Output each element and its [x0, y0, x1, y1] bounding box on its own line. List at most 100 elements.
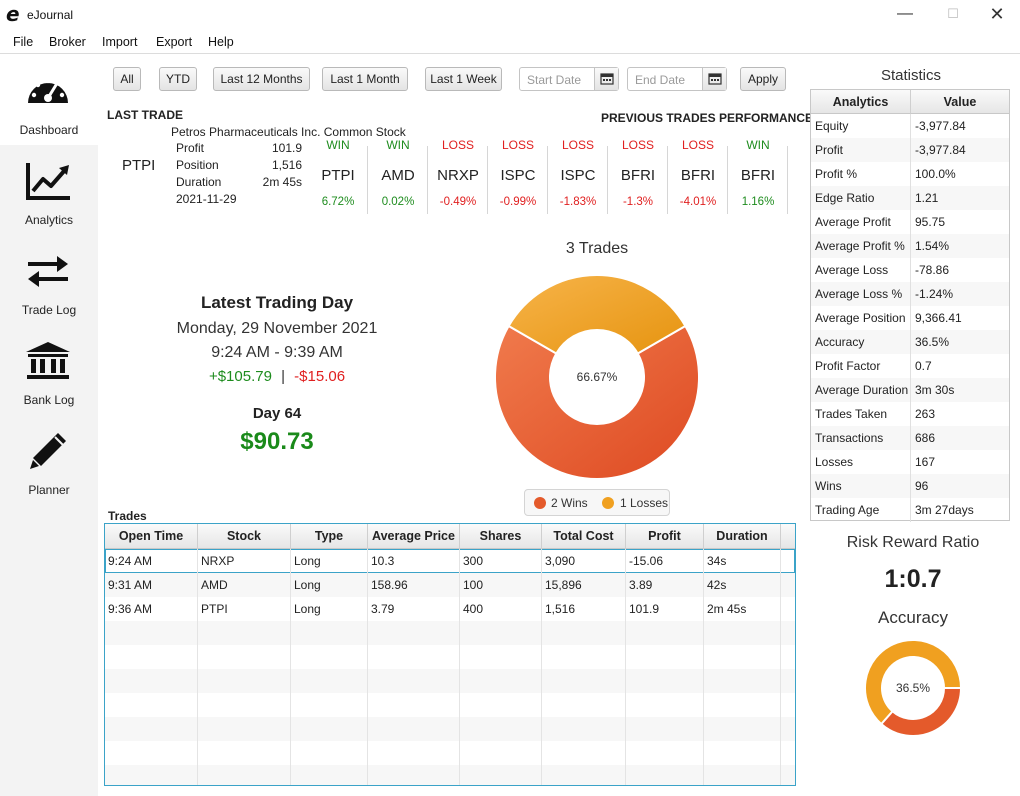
table-cell: 3,090 [542, 549, 626, 573]
sidebar-item-analytics[interactable]: Analytics [0, 145, 98, 235]
statistics-row[interactable]: Average Profit 95.75 [811, 210, 1009, 234]
menu-broker[interactable]: Broker [49, 35, 86, 49]
statistics-header-value[interactable]: Value [911, 90, 1009, 114]
table-cell [626, 717, 704, 741]
menu-import[interactable]: Import [102, 35, 137, 49]
previous-trade-percent: -1.3% [622, 196, 654, 208]
last-trade-title: LAST TRADE [107, 108, 183, 122]
trades-column-header[interactable]: Shares [460, 524, 542, 549]
calendar-icon[interactable] [702, 68, 726, 90]
minimize-button[interactable]: — [882, 0, 928, 30]
statistics-row[interactable]: Equity -3,977.84 [811, 114, 1009, 138]
table-cell [704, 645, 781, 669]
statistics-row[interactable]: Average Profit % 1.54% [811, 234, 1009, 258]
trades-column-header[interactable]: Profit [626, 524, 704, 549]
legend-wins-label: 2 Wins [551, 496, 588, 510]
table-cell [626, 693, 704, 717]
menu-help[interactable]: Help [208, 35, 234, 49]
table-cell [626, 765, 704, 785]
menu-file[interactable]: File [13, 35, 33, 49]
table-row[interactable]: 9:31 AM AMD Long 158.96 100 15,896 3.89 42s [105, 573, 795, 597]
empty-table-row [105, 741, 795, 765]
statistic-label: Equity [811, 114, 911, 138]
empty-table-row [105, 645, 795, 669]
table-cell [291, 765, 368, 785]
table-cell: 3.89 [626, 573, 704, 597]
statistics-row[interactable]: Transactions 686 [811, 426, 1009, 450]
trades-column-header[interactable]: Open Time [105, 524, 198, 549]
statistics-title: Statistics [880, 67, 941, 84]
statistic-label: Profit [811, 138, 911, 162]
table-cell: 300 [460, 549, 542, 573]
last-trade-duration: 2m 45s [262, 175, 302, 189]
sidebar-item-planner[interactable]: Planner [0, 415, 98, 505]
statistic-value: -1.24% [915, 287, 954, 301]
filter-ytd-button[interactable]: YTD [159, 67, 197, 91]
trades-column-header[interactable]: Total Cost [542, 524, 626, 549]
trades-column-header[interactable]: Duration [704, 524, 781, 549]
table-cell [105, 693, 198, 717]
statistic-label: Average Profit [811, 210, 911, 234]
last-trade-profit-label: Profit [176, 141, 205, 155]
statistic-value: 36.5% [915, 335, 950, 349]
statistics-row[interactable]: Profit Factor 0.7 [811, 354, 1009, 378]
table-cell: 42s [704, 573, 781, 597]
filter-last-1-month-button[interactable]: Last 1 Month [322, 67, 408, 91]
last-trade-date: 2021-11-29 [176, 192, 237, 206]
trades-column-header[interactable]: Type [291, 524, 368, 549]
statistics-row[interactable]: Losses 167 [811, 450, 1009, 474]
latest-day-title: Latest Trading Day [200, 293, 354, 312]
statistic-value: 100.0% [915, 167, 956, 181]
app-logo-icon: e [6, 2, 20, 26]
statistic-label: Edge Ratio [811, 186, 911, 210]
statistics-row[interactable]: Edge Ratio 1.21 [811, 186, 1009, 210]
sidebar-item-bank-log[interactable]: Bank Log [0, 325, 98, 415]
sidebar-item-dashboard[interactable]: Dashboard [0, 55, 98, 145]
sidebar-item-trade-log[interactable]: Trade Log [0, 235, 98, 325]
statistic-value: 1.21 [915, 191, 939, 205]
trades-column-header[interactable]: Stock [198, 524, 291, 549]
previous-trade-percent: -1.83% [559, 196, 597, 208]
table-cell [542, 669, 626, 693]
statistic-label: Average Duration [811, 378, 911, 402]
statistics-row[interactable]: Trading Age 3m 27days [811, 498, 1009, 522]
menu-export[interactable]: Export [156, 35, 192, 49]
empty-table-row [105, 621, 795, 645]
table-cell: 15,896 [542, 573, 626, 597]
statistic-label: Profit Factor [811, 354, 911, 378]
table-row[interactable]: 9:36 AM PTPI Long 3.79 400 1,516 101.9 2m 45s [105, 597, 795, 621]
filter-all-button[interactable]: All [113, 67, 141, 91]
last-trade-profit: 101.9 [271, 141, 302, 155]
maximize-button[interactable]: ☐ [930, 0, 976, 30]
statistics-row[interactable]: Average Loss % -1.24% [811, 282, 1009, 306]
table-cell [704, 693, 781, 717]
statistics-row[interactable]: Average Loss -78.86 [811, 258, 1009, 282]
previous-trade-item: LOSS ISPC -0.99% [489, 136, 547, 214]
statistics-row[interactable]: Profit -3,977.84 [811, 138, 1009, 162]
latest-day-time: 9:24 AM - 9:39 AM [211, 344, 343, 361]
statistics-row[interactable]: Average Position 9,366.41 [811, 306, 1009, 330]
statistics-row[interactable]: Wins 96 [811, 474, 1009, 498]
statistics-row[interactable]: Trades Taken 263 [811, 402, 1009, 426]
statistics-row[interactable]: Accuracy 36.5% [811, 330, 1009, 354]
statistics-table: Analytics Value Equity -3,977.84 Profit -3,… [810, 89, 1010, 522]
calendar-icon[interactable] [594, 68, 618, 90]
table-cell [542, 621, 626, 645]
end-date-field[interactable]: End Date [627, 67, 727, 91]
filter-last-12-months-button[interactable]: Last 12 Months [213, 67, 310, 91]
table-cell [105, 669, 198, 693]
start-date-field[interactable]: Start Date [519, 67, 619, 91]
risk-reward-title: Risk Reward Ratio [846, 534, 980, 551]
close-button[interactable]: ✕ [974, 0, 1020, 30]
statistic-value: 167 [915, 455, 936, 469]
table-cell: AMD [198, 573, 291, 597]
statistics-row[interactable]: Profit % 100.0% [811, 162, 1009, 186]
statistics-row[interactable]: Average Duration 3m 30s [811, 378, 1009, 402]
statistics-header-analytics[interactable]: Analytics [811, 90, 911, 114]
trades-column-header[interactable]: Average Price [368, 524, 460, 549]
sidebar-item-label: Planner [28, 483, 70, 497]
table-cell: 1,516 [542, 597, 626, 621]
apply-button[interactable]: Apply [740, 67, 786, 91]
filter-last-1-week-button[interactable]: Last 1 Week [425, 67, 502, 91]
table-row[interactable]: 9:24 AM NRXP Long 10.3 300 3,090 -15.06 34s [105, 549, 795, 573]
